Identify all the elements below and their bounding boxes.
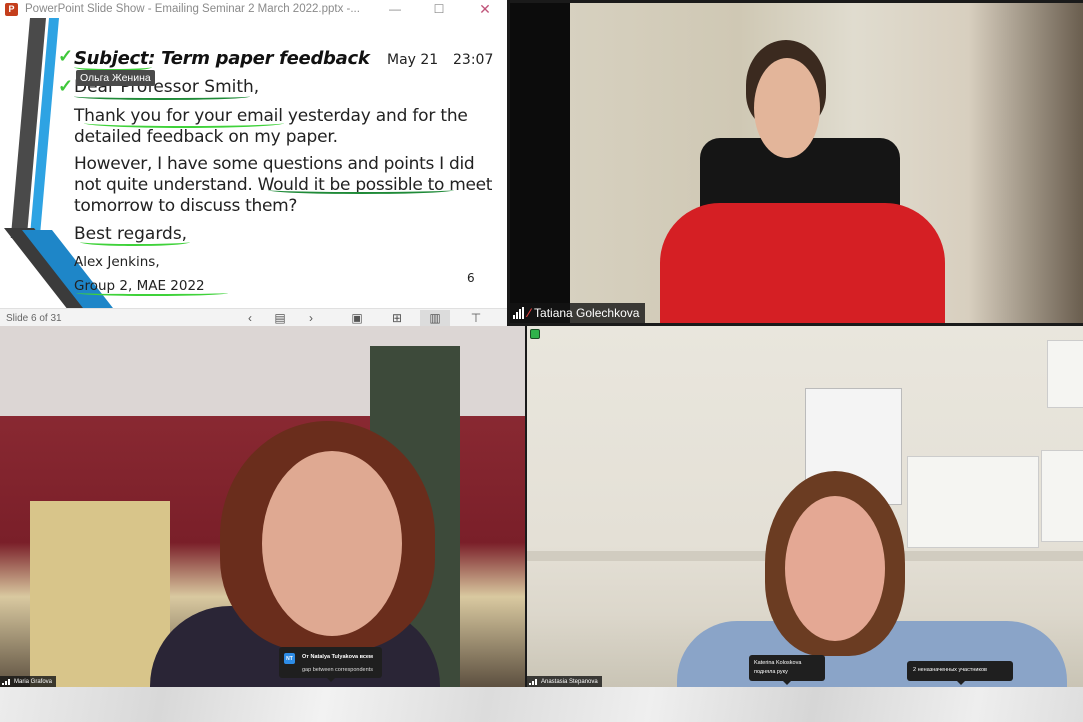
video-wall-paper xyxy=(907,456,1039,548)
raised-hand-text: подняла руку xyxy=(754,669,788,675)
slide-sorter-button[interactable]: ⊞ xyxy=(386,310,408,326)
signal-strength-icon xyxy=(2,678,10,685)
ink-underline xyxy=(74,93,250,100)
video-tile-participant[interactable]: Anastasia Stepanova xyxy=(527,326,1083,687)
chat-message-text: gap between correspondents xyxy=(302,667,373,673)
video-background-object xyxy=(510,3,570,323)
annotation-author-tooltip: Ольга Женина xyxy=(76,70,155,86)
powerpoint-logo-icon: P xyxy=(5,2,18,16)
video-wall-paper xyxy=(1041,450,1083,542)
email-paragraph-2: However, I have some questions and point… xyxy=(74,154,493,216)
email-signature-name: Alex Jenkins, xyxy=(74,254,160,270)
ink-underline xyxy=(84,118,284,128)
email-time: 23:07 xyxy=(453,52,494,68)
active-status-icon xyxy=(530,329,540,339)
signal-strength-icon xyxy=(529,678,537,685)
slide-list-button[interactable]: ▤ xyxy=(269,310,291,326)
email-date: May 21 xyxy=(387,52,439,68)
desktop-background-strip xyxy=(0,687,1083,722)
maximize-button[interactable]: ☐ xyxy=(424,0,454,18)
signal-strength-icon xyxy=(513,307,524,319)
slideshow-status-bar: Slide 6 of 31 ‹ ▤ › ▣ ⊞ ▥ ⊤ xyxy=(0,308,507,326)
title-bar: P PowerPoint Slide Show - Emailing Semin… xyxy=(0,0,507,18)
mic-muted-icon: ⁄ xyxy=(528,306,531,320)
participant-nametag: Anastasia Stepanova xyxy=(527,676,602,687)
unnamed-participants-notification[interactable]: 2 неназначенных участников xyxy=(907,661,1013,685)
normal-view-button[interactable]: ▣ xyxy=(346,310,368,326)
chat-sender: От Natalya Tulyakova всем xyxy=(302,654,373,660)
reading-view-button[interactable]: ▥ xyxy=(420,310,450,326)
previous-slide-button[interactable]: ‹ xyxy=(239,310,261,326)
video-person-body xyxy=(660,203,945,323)
raised-hand-notification[interactable]: Katerina Koloskova подняла руку xyxy=(749,655,825,685)
raised-hand-participant: Katerina Koloskova xyxy=(754,660,802,666)
slide-canvas[interactable]: ✓ ✓ Subject: Term paper feedback May 21 … xyxy=(0,18,507,308)
sender-avatar: NT xyxy=(284,653,295,664)
video-door xyxy=(30,501,170,687)
powerpoint-window: P PowerPoint Slide Show - Emailing Semin… xyxy=(0,0,507,326)
ink-underline xyxy=(80,238,190,246)
chat-message-notification[interactable]: NT От Natalya Tulyakova всем gap between… xyxy=(279,647,382,682)
minimize-button[interactable]: — xyxy=(380,0,410,18)
participant-name: Maria Grafova xyxy=(14,678,53,685)
slide-indicator: Slide 6 of 31 xyxy=(6,313,62,324)
video-person-face xyxy=(785,496,885,641)
ink-underline xyxy=(76,290,228,296)
video-tile-participant[interactable]: Maria Grafova xyxy=(0,326,525,687)
close-button[interactable]: ✕ xyxy=(470,0,500,18)
unnamed-participants-text: 2 неназначенных участников xyxy=(913,667,987,673)
checkmark-annotation-icon: ✓ xyxy=(58,46,74,66)
checkmark-annotation-icon: ✓ xyxy=(58,76,74,96)
video-person-face xyxy=(754,58,820,158)
video-tile-participant[interactable]: ⁄ Tatiana Golechkova xyxy=(510,3,1083,323)
slide-show-button[interactable]: ⊤ xyxy=(465,310,487,326)
participant-name: Anastasia Stepanova xyxy=(541,678,598,685)
next-slide-button[interactable]: › xyxy=(300,310,322,326)
slide-page-number: 6 xyxy=(467,271,475,285)
participant-nametag: ⁄ Tatiana Golechkova xyxy=(510,303,646,323)
window-title: PowerPoint Slide Show - Emailing Seminar… xyxy=(25,3,360,15)
video-wall-paper xyxy=(1047,340,1083,408)
video-person-face xyxy=(262,451,402,636)
ink-underline xyxy=(268,186,454,194)
participant-name: Tatiana Golechkova xyxy=(534,306,640,320)
participant-nametag: Maria Grafova xyxy=(0,676,57,687)
